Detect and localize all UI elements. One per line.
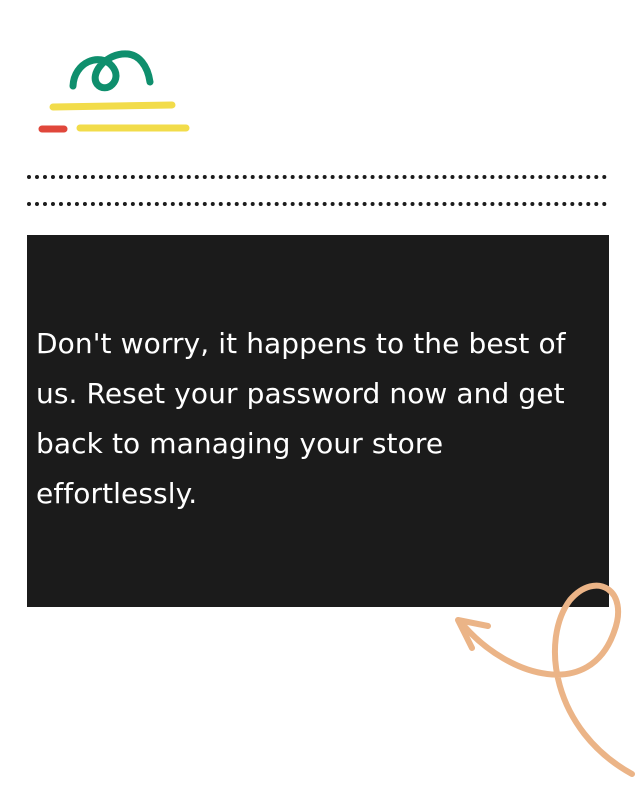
logo-yellow-stroke-top xyxy=(49,101,176,111)
logo-green-loop xyxy=(69,50,154,92)
message-panel: Don't worry, it happens to the best of u… xyxy=(27,235,609,607)
reassurance-message: Don't worry, it happens to the best of u… xyxy=(36,327,566,510)
curved-arrow-decoration-icon xyxy=(455,582,635,777)
dotted-divider-top xyxy=(27,175,607,179)
brand-logo-icon xyxy=(38,50,190,133)
swirl-curve xyxy=(461,582,635,777)
dotted-divider-bottom xyxy=(27,202,607,206)
